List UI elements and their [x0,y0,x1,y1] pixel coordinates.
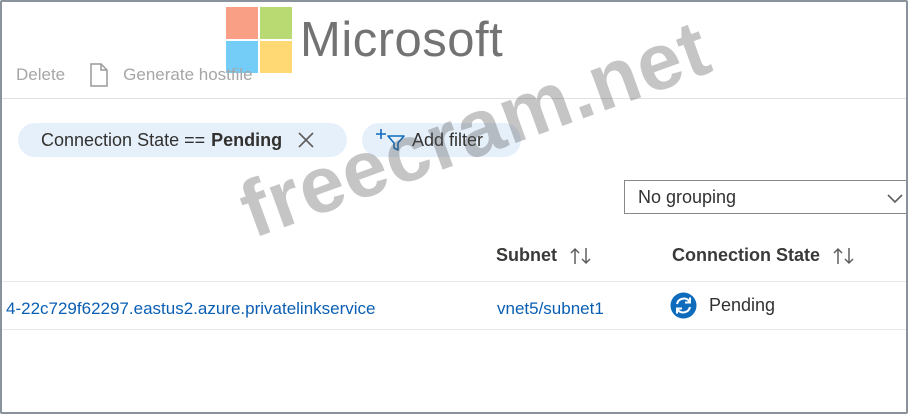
subnet-link[interactable]: vnet5/subnet1 [497,299,604,319]
command-bar: Delete Generate hostfile [16,63,253,87]
document-icon [90,63,108,87]
resource-link[interactable]: 4-22c729f62297.eastus2.azure.privatelink… [6,299,376,319]
column-header-label: Subnet [496,245,557,265]
sort-icon [833,247,854,264]
delete-button[interactable]: Delete [16,65,65,85]
connection-state-value: Pending [709,295,776,315]
column-header-connection-state[interactable]: Connection State [672,245,856,266]
sort-icon [570,247,591,264]
filter-chip-value: Pending [211,129,283,150]
grouping-selected-value: No grouping [638,186,737,207]
grouping-dropdown[interactable]: No grouping [624,180,906,214]
filter-chip-label: Connection State == [41,129,206,150]
chevron-down-icon [887,194,903,204]
connection-state-cell: Pending [670,292,775,319]
generate-hostfile-button[interactable]: Generate hostfile [123,65,252,85]
microsoft-wordmark: Microsoft [300,13,504,67]
column-header-label: Connection State [672,245,821,265]
pending-sync-icon [670,292,697,319]
column-header-subnet[interactable]: Subnet [496,245,593,266]
row-divider [2,329,906,330]
header-divider [2,281,906,282]
screenshot-frame: Microsoft Delete Generate hostfile Conne… [0,0,908,414]
